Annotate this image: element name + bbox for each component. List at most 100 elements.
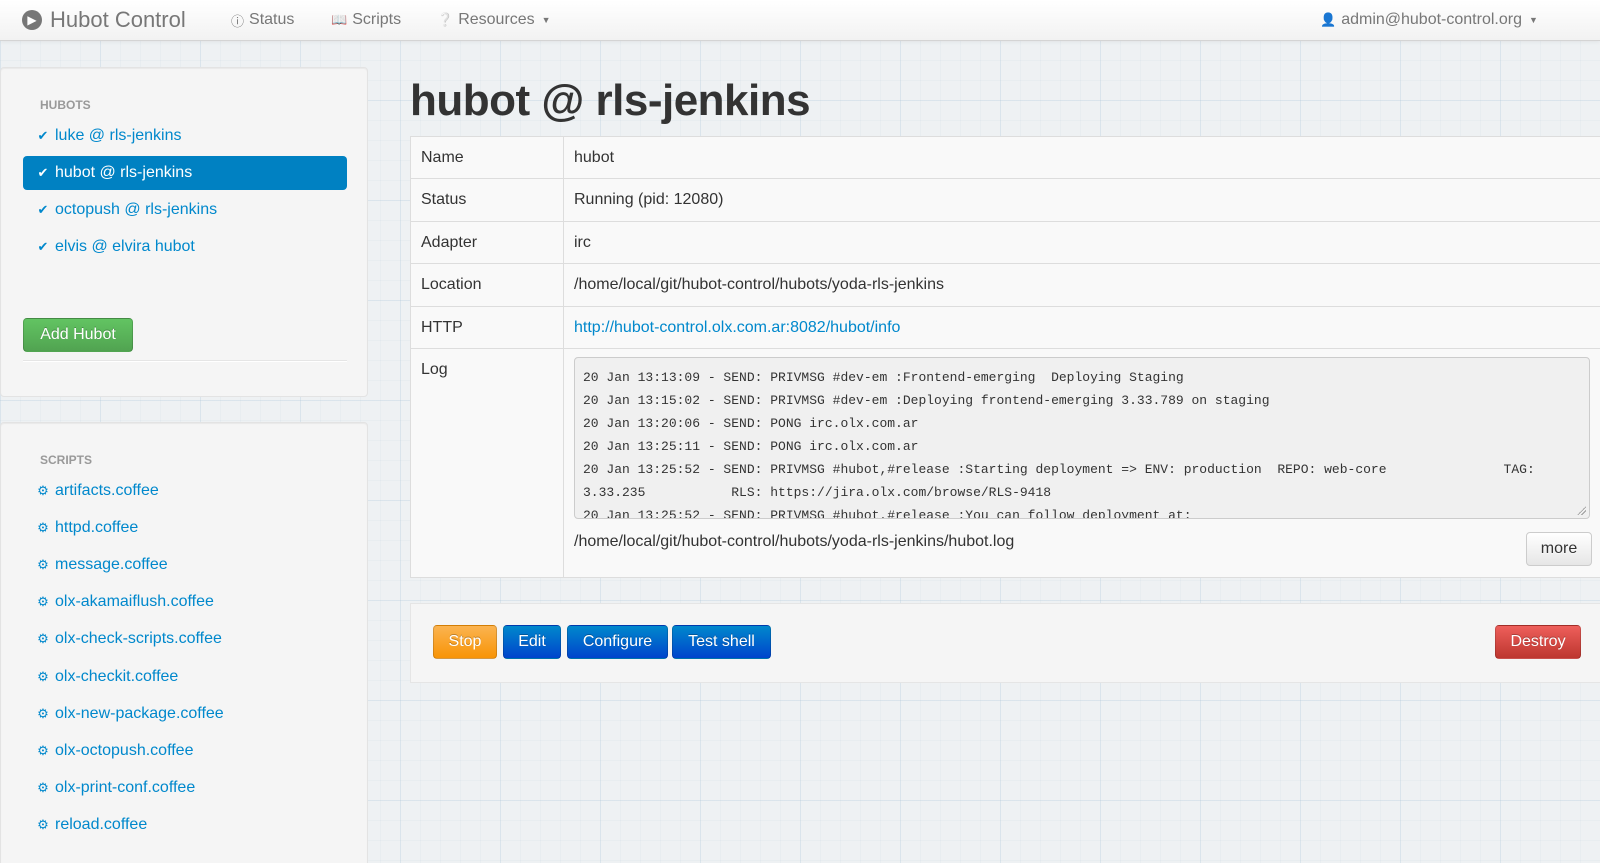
- log-line: 20 Jan 13:20:06 - SEND: PONG irc.olx.com…: [583, 416, 919, 431]
- top-navbar: ▶ Hubot Control ⓘ Status 📖 Scripts ❔ Res…: [0, 0, 1600, 41]
- table-row-location: Location /home/local/git/hubot-control/h…: [411, 264, 1600, 307]
- nav-resources-dropdown[interactable]: ❔ Resources ▼: [437, 9, 551, 31]
- sidebar-hubot-hubot[interactable]: ✔ hubot @ rls-jenkins: [23, 156, 347, 190]
- row-label: Location: [421, 276, 482, 293]
- user-icon: 👤: [1320, 12, 1337, 27]
- log-textarea[interactable]: 20 Jan 13:13:09 - SEND: PRIVMSG #dev-em …: [574, 357, 1590, 519]
- table-row-log: Log 20 Jan 13:13:09 - SEND: PRIVMSG #dev…: [411, 349, 1600, 579]
- row-label: Adapter: [421, 234, 478, 251]
- sidebar-script-item[interactable]: ⚙ httpd.coffee: [23, 511, 347, 545]
- play-circle-icon: ▶: [22, 10, 42, 30]
- cog-icon: ⚙: [37, 483, 49, 498]
- cog-icon: ⚙: [37, 557, 49, 572]
- log-line: 20 Jan 13:15:02 - SEND: PRIVMSG #dev-em …: [583, 393, 1270, 408]
- edit-button[interactable]: Edit: [503, 625, 561, 659]
- table-row-name: Name hubot: [411, 137, 1600, 179]
- check-circle-icon: ✔: [37, 202, 49, 217]
- row-label: Status: [421, 191, 467, 208]
- sidebar-hubot-label: elvis @ elvira hubot: [55, 238, 195, 255]
- http-link[interactable]: http://hubot-control.olx.com.ar:8082/hub…: [574, 319, 900, 337]
- hubot-actions-bar: Stop Edit Configure Test shell Destroy: [410, 603, 1600, 683]
- sidebar-script-item[interactable]: ⚙ olx-octopush.coffee: [23, 734, 347, 768]
- nav-status-label: Status: [249, 11, 295, 28]
- table-row-http: HTTP http://hubot-control.olx.com.ar:808…: [411, 307, 1600, 349]
- nav-scripts-label: Scripts: [352, 11, 402, 28]
- sidebar-script-label: olx-akamaiflush.coffee: [55, 593, 214, 610]
- log-line: 20 Jan 13:25:52 - SEND: PRIVMSG #hubot,#…: [583, 508, 1192, 519]
- sidebar-script-item[interactable]: ⚙ olx-print-conf.coffee: [23, 771, 347, 805]
- cog-icon: ⚙: [37, 631, 49, 646]
- info-circle-icon: ⓘ: [231, 13, 245, 29]
- scripts-panel: SCRIPTS ⚙ artifacts.coffee ⚙ httpd.coffe…: [0, 422, 368, 863]
- sidebar-script-label: httpd.coffee: [55, 519, 139, 536]
- check-circle-icon: ✔: [37, 239, 49, 254]
- sidebar-script-item[interactable]: ⚙ message.coffee: [23, 548, 347, 582]
- nav-resources-label: Resources: [458, 11, 535, 28]
- test-shell-button[interactable]: Test shell: [672, 625, 771, 659]
- user-email: admin@hubot-control.org: [1341, 11, 1522, 28]
- sidebar-hubot-label: hubot @ rls-jenkins: [55, 164, 193, 181]
- destroy-button[interactable]: Destroy: [1495, 625, 1581, 659]
- hubot-details-table: Name hubot Status Running (pid: 12080) A…: [410, 136, 1600, 578]
- sidebar-script-label: reload.coffee: [55, 816, 148, 833]
- cog-icon: ⚙: [37, 520, 49, 535]
- cog-icon: ⚙: [37, 743, 49, 758]
- cog-icon: ⚙: [37, 817, 49, 832]
- question-circle-icon: ❔: [437, 12, 454, 27]
- caret-down-icon: ▼: [541, 15, 551, 25]
- sidebar-script-item[interactable]: ⚙ olx-akamaiflush.coffee: [23, 585, 347, 619]
- sidebar-script-label: message.coffee: [55, 556, 168, 573]
- check-circle-icon: ✔: [37, 165, 49, 180]
- configure-button[interactable]: Configure: [567, 625, 668, 659]
- hubots-panel: HUBOTS ✔ luke @ rls-jenkins ✔ hubot @ rl…: [0, 67, 368, 397]
- add-hubot-button[interactable]: Add Hubot: [23, 318, 133, 352]
- row-value: /home/local/git/hubot-control/hubots/yod…: [574, 276, 944, 293]
- table-row-adapter: Adapter irc: [411, 222, 1600, 264]
- page-title: hubot @ rls-jenkins: [410, 76, 811, 125]
- cog-icon: ⚙: [37, 706, 49, 721]
- table-row-status: Status Running (pid: 12080): [411, 179, 1600, 222]
- sidebar-hubot-elvis[interactable]: ✔ elvis @ elvira hubot: [23, 230, 347, 264]
- sidebar-script-label: olx-new-package.coffee: [55, 705, 224, 722]
- sidebar-script-label: olx-checkit.coffee: [55, 668, 179, 685]
- row-value: Running (pid: 12080): [574, 191, 724, 208]
- sidebar-hubot-octopush[interactable]: ✔ octopush @ rls-jenkins: [23, 193, 347, 227]
- resize-handle-icon[interactable]: [1577, 506, 1586, 515]
- stop-button[interactable]: Stop: [433, 625, 497, 659]
- nav-status[interactable]: ⓘ Status: [231, 9, 294, 31]
- sidebar-script-item[interactable]: ⚙ olx-check-scripts.coffee: [23, 622, 347, 656]
- sidebar-script-label: olx-check-scripts.coffee: [55, 630, 222, 647]
- sidebar-hubot-label: octopush @ rls-jenkins: [55, 201, 218, 218]
- log-line: 20 Jan 13:25:11 - SEND: PONG irc.olx.com…: [583, 439, 919, 454]
- brand-link[interactable]: ▶ Hubot Control: [22, 6, 186, 34]
- user-menu-dropdown[interactable]: 👤 admin@hubot-control.org ▼: [1320, 9, 1538, 31]
- sidebar-script-item[interactable]: ⚙ olx-new-package.coffee: [23, 697, 347, 731]
- sidebar-script-item[interactable]: ⚙ reload.coffee: [23, 808, 347, 842]
- cog-icon: ⚙: [37, 780, 49, 795]
- row-label: Name: [421, 149, 464, 166]
- sidebar-hubot-luke[interactable]: ✔ luke @ rls-jenkins: [23, 119, 347, 153]
- row-value: hubot: [574, 149, 615, 166]
- cog-icon: ⚙: [37, 594, 49, 609]
- scripts-header: SCRIPTS: [40, 453, 93, 467]
- log-file-path: /home/local/git/hubot-control/hubots/yod…: [574, 533, 1015, 550]
- hubots-header: HUBOTS: [40, 98, 91, 112]
- log-line: 20 Jan 13:13:09 - SEND: PRIVMSG #dev-em …: [583, 370, 1184, 385]
- book-icon: 📖: [331, 12, 348, 27]
- sidebar-script-label: olx-print-conf.coffee: [55, 779, 196, 796]
- more-button[interactable]: more: [1526, 532, 1592, 566]
- nav-scripts[interactable]: 📖 Scripts: [331, 9, 401, 31]
- row-value: irc: [574, 234, 591, 251]
- sidebar-divider: [23, 360, 347, 362]
- row-label: Log: [421, 361, 448, 378]
- sidebar-script-label: olx-octopush.coffee: [55, 742, 194, 759]
- sidebar-script-item[interactable]: ⚙ artifacts.coffee: [23, 474, 347, 508]
- sidebar-hubot-label: luke @ rls-jenkins: [55, 127, 182, 144]
- sidebar-script-item[interactable]: ⚙ olx-checkit.coffee: [23, 660, 347, 694]
- sidebar-script-label: artifacts.coffee: [55, 482, 159, 499]
- check-circle-icon: ✔: [37, 128, 49, 143]
- log-line: 20 Jan 13:25:52 - SEND: PRIVMSG #hubot,#…: [583, 462, 1543, 500]
- caret-down-icon: ▼: [1528, 15, 1538, 25]
- cog-icon: ⚙: [37, 669, 49, 684]
- brand-title: Hubot Control: [50, 7, 186, 32]
